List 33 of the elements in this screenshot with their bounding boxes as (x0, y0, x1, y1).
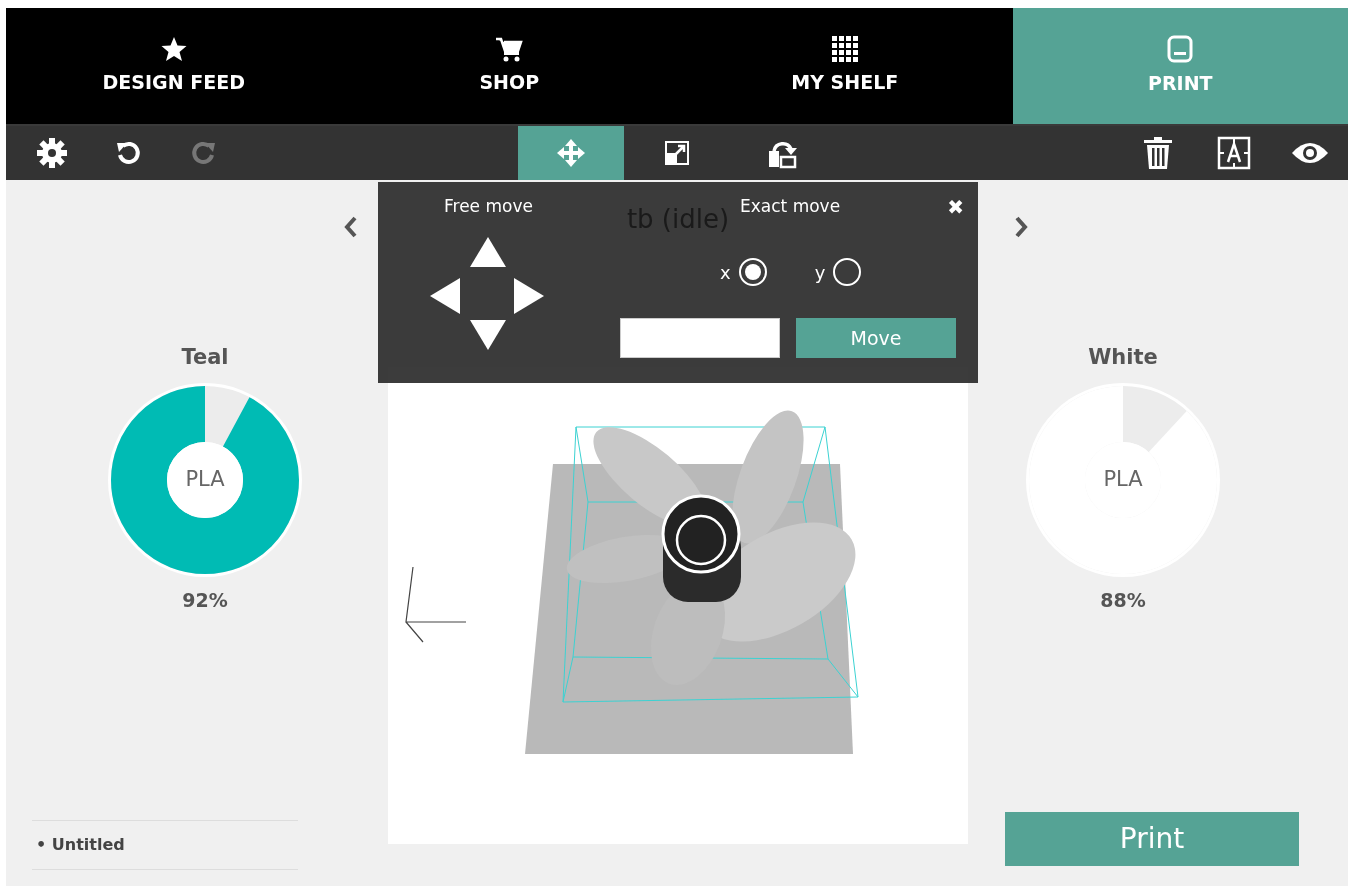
panel-title: Exact move (740, 195, 841, 218)
spool-percent: 92% (182, 587, 228, 613)
trash-icon (1143, 137, 1173, 169)
axis-label: x (720, 260, 731, 285)
spool-name: Teal (181, 344, 229, 371)
grid-icon (831, 35, 858, 62)
move-up-button[interactable] (470, 237, 506, 267)
move-icon (557, 139, 585, 167)
material-label: PLA (185, 465, 225, 493)
close-button[interactable]: ✖ (947, 192, 964, 222)
material-label: PLA (1103, 465, 1143, 493)
spool-percent: 88% (1100, 587, 1146, 613)
star-icon (160, 35, 187, 62)
tablet-icon (1167, 34, 1194, 63)
chevron-icon (344, 215, 358, 238)
text-frame-icon (1217, 136, 1251, 170)
spool-name: White (1088, 344, 1158, 371)
move-left-button[interactable] (430, 278, 460, 314)
panel-title: Free move (444, 195, 533, 218)
axis-radio[interactable] (833, 258, 862, 286)
move-right-button[interactable] (514, 278, 544, 314)
value-input[interactable] (620, 318, 780, 358)
axis-label: y (814, 260, 826, 285)
eye-icon (1291, 141, 1329, 165)
move-down-button[interactable] (470, 320, 506, 350)
gear-icon (36, 137, 68, 169)
undo-icon (115, 140, 141, 166)
chevron-icon (1014, 215, 1028, 238)
redo-icon (191, 140, 217, 166)
model-list-item[interactable]: • Untitled (32, 820, 298, 870)
resize-icon (664, 140, 690, 166)
cart-icon (495, 35, 524, 62)
axis-radio[interactable] (738, 258, 767, 286)
